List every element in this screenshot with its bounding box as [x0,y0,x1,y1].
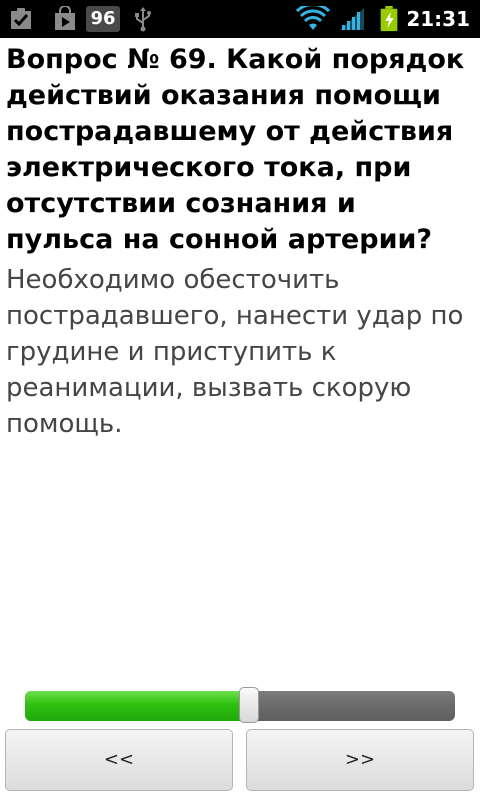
notification-count-badge: 96 [86,6,120,32]
answer-text: Необходимо обесточить пострадавшего, нан… [6,265,464,439]
checkbox-notification-icon [11,8,31,29]
question-progress-slider[interactable] [25,687,455,723]
prev-question-button[interactable]: << [5,729,233,791]
battery-charging-icon [380,6,398,32]
status-time: 21:31 [406,7,470,31]
question-text: Вопрос № 69. Какой порядок действий оказ… [6,44,465,255]
usb-icon [135,7,151,32]
next-question-button[interactable]: >> [246,729,474,791]
question-content: Вопрос № 69. Какой порядок действий оказ… [6,42,472,442]
play-store-icon [55,6,75,30]
status-bar: 96 21:31 [0,0,480,38]
slider-thumb[interactable] [239,687,259,723]
slider-fill [25,691,249,721]
wifi-icon [296,6,330,30]
app-screen: 96 21:31 Вопрос № 69. Какой порядок дейс… [0,0,480,800]
signal-icon [340,8,364,30]
